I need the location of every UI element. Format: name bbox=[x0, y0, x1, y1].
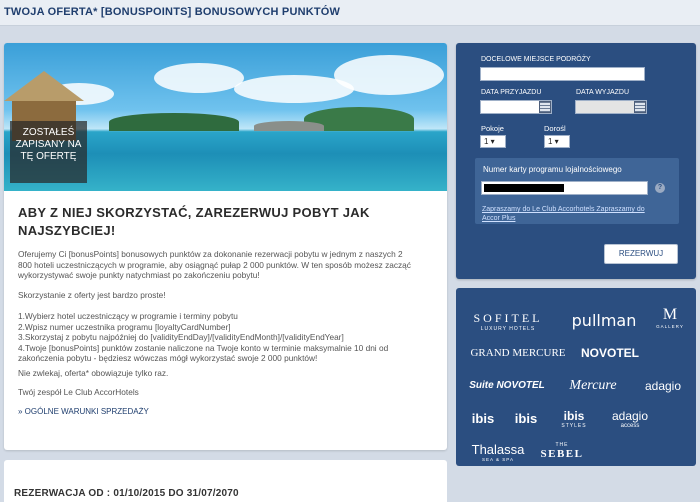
le-club-link[interactable]: Zapraszamy do Le Club Accorhotels Zapras… bbox=[482, 205, 645, 214]
brand-grand-mercure[interactable]: GRAND MERCURE bbox=[466, 347, 570, 359]
mgallery-logo: M bbox=[662, 306, 678, 323]
adagio-access-logo: adagio bbox=[611, 409, 649, 423]
arrival-calendar-icon[interactable] bbox=[539, 101, 551, 113]
step-4-cont: zakończenia pobytu - będziesz wówczas mó… bbox=[18, 353, 318, 363]
sofitel-logo: SOFITEL bbox=[473, 311, 543, 325]
loyalty-label: Numer karty programu lojalnościowego bbox=[483, 165, 622, 174]
sofitel-sub: LUXURY HOTELS bbox=[480, 326, 536, 332]
validity-text: Rezerwacja od : 01/10/2015 do 31/07/2070 bbox=[14, 488, 239, 499]
page-title: Twoja oferta* [bonusPoints] bonusowych p… bbox=[4, 6, 341, 18]
heading-line-1: Aby z niej skorzystać, zarezerwuj pobyt … bbox=[18, 205, 370, 220]
step-4: 4.Twoje [bonusPoints] punktów zostanie n… bbox=[18, 342, 389, 353]
brand-suite-novotel[interactable]: Suite NOVOTEL bbox=[467, 380, 547, 391]
signature: Twój zespół Le Club AccorHotels bbox=[18, 387, 139, 397]
ibis-styles-logo: ibis bbox=[563, 409, 585, 423]
validity-card: Rezerwacja od : 01/10/2015 do 31/07/2070 bbox=[4, 460, 447, 502]
limit-paragraph: Nie zwlekaj, oferta* obowiązuje tylko ra… bbox=[18, 368, 169, 378]
help-icon[interactable]: ? bbox=[655, 183, 665, 193]
brand-adagio-access[interactable]: adagio access bbox=[607, 409, 653, 429]
mgallery-sub: GALLERY bbox=[656, 324, 684, 329]
simple-paragraph: Skorzystanie z oferty jest bardzo proste… bbox=[18, 290, 166, 300]
terms-link[interactable]: » Ogólne warunki sprzedaży bbox=[18, 407, 149, 416]
heading-line-2: najszybciej! bbox=[18, 223, 116, 238]
brand-mercure[interactable]: Mercure bbox=[561, 378, 625, 394]
brand-ibis-budget[interactable]: ibis bbox=[511, 411, 541, 426]
departure-label: Data wyjazdu bbox=[576, 89, 630, 96]
header-bar: Twoja oferta* [bonusPoints] bonusowych p… bbox=[0, 0, 700, 26]
steps-list: 1.Wybierz hotel uczestniczący w programi… bbox=[18, 311, 434, 364]
adults-select[interactable]: 1 ▾ bbox=[544, 135, 570, 148]
step-2: 2.Wpisz numer uczestnika programu [loyal… bbox=[18, 321, 231, 332]
intro-line-1: Oferujemy Ci [bonusPoints] bonusowych pu… bbox=[18, 249, 403, 259]
main-heading: Aby z niej skorzystać, zarezerwuj pobyt … bbox=[18, 204, 418, 240]
brand-ibis[interactable]: ibis bbox=[468, 411, 498, 426]
badge-text-2: zapisany na bbox=[15, 139, 82, 150]
rooms-label: Pokoje bbox=[481, 124, 504, 133]
thalassa-sub: SEA & SPA bbox=[482, 457, 514, 462]
adults-label: Dorośl bbox=[544, 124, 566, 133]
sebel-logo: SEBEL bbox=[540, 448, 584, 460]
brand-sofitel[interactable]: SOFITEL LUXURY HOTELS bbox=[466, 311, 550, 332]
intro-line-2: 800 hoteli uczestniczących w programie, … bbox=[18, 259, 411, 270]
hero-image: Zostałeś zapisany na tę ofertę bbox=[4, 43, 447, 191]
brand-novotel[interactable]: NOVOTEL bbox=[580, 346, 640, 360]
offer-card: Zostałeś zapisany na tę ofertę Aby z nie… bbox=[4, 43, 447, 450]
adagio-access-sub: access bbox=[620, 423, 640, 429]
brand-thalassa[interactable]: Thalassa SEA & SPA bbox=[466, 442, 530, 462]
intro-line-3: wykorzystywać swoje punkty natychmiast p… bbox=[18, 270, 260, 280]
departure-calendar-icon[interactable] bbox=[634, 101, 646, 113]
destination-label: Docelowe miejsce podróży bbox=[481, 56, 591, 63]
thalassa-logo: Thalassa bbox=[471, 442, 525, 457]
brand-mgallery[interactable]: M GALLERY bbox=[655, 306, 685, 329]
arrival-label: Data przyjazdu bbox=[481, 89, 542, 96]
rooms-select[interactable]: 1 ▾ bbox=[480, 135, 506, 148]
accor-plus-link[interactable]: Accor Plus bbox=[482, 214, 515, 223]
intro-paragraph: Oferujemy Ci [bonusPoints] bonusowych pu… bbox=[18, 249, 434, 281]
brand-ibis-styles[interactable]: ibis STYLES bbox=[557, 409, 591, 429]
step-1: 1.Wybierz hotel uczestniczący w programi… bbox=[18, 311, 238, 321]
step-3: 3.Skorzystaj z pobytu najpóźniej do [val… bbox=[18, 332, 344, 342]
book-button[interactable]: Rezerwuj bbox=[604, 244, 678, 264]
brand-adagio[interactable]: adagio bbox=[640, 379, 686, 393]
badge-text-3: tę ofertę bbox=[20, 151, 77, 162]
saved-badge: Zostałeś zapisany na tę ofertę bbox=[10, 121, 87, 183]
destination-input[interactable] bbox=[480, 67, 645, 81]
ibis-styles-sub: STYLES bbox=[561, 423, 587, 429]
brand-pullman[interactable]: pullman bbox=[563, 311, 645, 330]
brand-the-sebel[interactable]: THE SEBEL bbox=[540, 442, 584, 460]
redacted-card-number bbox=[484, 184, 564, 192]
badge-text-1: Zostałeś bbox=[22, 127, 75, 138]
